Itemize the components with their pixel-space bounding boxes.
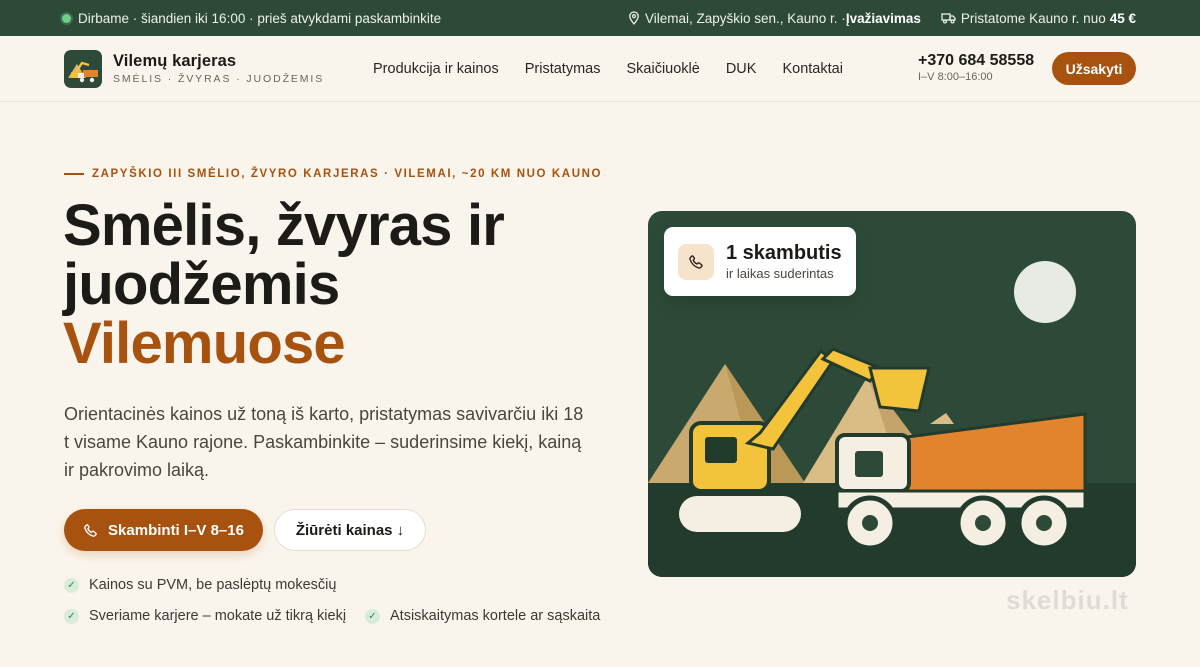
- feature-text: Atsiskaitymas kortele ar sąskaita: [390, 608, 601, 624]
- nav-item-products[interactable]: Produkcija ir kainos: [373, 61, 499, 77]
- working-hours-status: Dirbame · šiandien iki 16:00 · prieš atv…: [78, 10, 442, 26]
- pin-icon: [628, 11, 640, 25]
- delivery-text: Pristatome Kauno r. nuo: [960, 10, 1106, 26]
- callout-title: 1 skambutis: [726, 242, 842, 264]
- location-text: Vilemai, Zapyškio sen., Kauno r. ·: [644, 10, 846, 26]
- check-icon: ✓: [64, 608, 79, 624]
- watermark-logo: skelbiu.lt: [1006, 585, 1129, 615]
- call-button-label: Skambinti I–V 8–16: [108, 521, 244, 539]
- main-nav: Produkcija ir kainos Pristatymas Skaičiu…: [373, 36, 869, 102]
- brand-subtitle: SMĖLIS · ŽVYRAS · JUODŽEMIS: [113, 73, 325, 85]
- phone-icon: [678, 243, 714, 280]
- truck-icon: [941, 12, 956, 24]
- call-button[interactable]: Skambinti I–V 8–16: [64, 509, 263, 551]
- feature-check-item: ✓ Kainos su PVM, be paslėptų mokesčių: [64, 577, 336, 593]
- top-info-bar: Dirbame · šiandien iki 16:00 · prieš atv…: [0, 0, 1200, 36]
- status-dot-icon: [62, 13, 71, 23]
- nav-item-faq[interactable]: DUK: [726, 61, 757, 77]
- page-title: Smėlis, žvyras ir juodžemis Vilemuose: [63, 193, 505, 376]
- view-prices-button[interactable]: Žiūrėti kainas ↓: [274, 509, 426, 551]
- feature-check-item: ✓ Atsiskaitymas kortele ar sąskaita: [365, 608, 600, 624]
- check-icon: ✓: [365, 608, 380, 624]
- site-header: Vilemų karjeras SMĖLIS · ŽVYRAS · JUODŽE…: [0, 36, 1200, 102]
- title-line-1: Smėlis, žvyras ir: [63, 193, 505, 258]
- header-phone-number[interactable]: +370 684 58558: [918, 52, 1034, 70]
- order-button[interactable]: Užsakyti: [1052, 52, 1136, 85]
- eyebrow-text: ZAPYŠKIO III SMĖLIO, ŽVYRO KARJERAS · VI…: [92, 168, 603, 180]
- eyebrow-line: [64, 173, 84, 175]
- nav-item-delivery[interactable]: Pristatymas: [525, 61, 601, 77]
- title-accent: Vilemuose: [63, 311, 346, 376]
- callout-subtitle: ir laikas suderintas: [726, 266, 834, 281]
- feature-text: Kainos su PVM, be paslėptų mokesčių: [89, 577, 337, 593]
- header-contact: +370 684 58558 I–V 8:00–16:00: [918, 52, 1034, 83]
- check-icon: ✓: [64, 577, 79, 593]
- header-hours: I–V 8:00–16:00: [918, 71, 993, 83]
- phone-icon: [84, 523, 97, 537]
- title-line-2: juodžemis: [63, 252, 340, 317]
- call-callout-card: 1 skambutis ir laikas suderintas: [664, 227, 856, 296]
- delivery-price: 45 €: [1109, 10, 1136, 26]
- feature-check-item: ✓ Sveriame karjere – mokate už tikrą kie…: [64, 608, 346, 624]
- nav-item-calculator[interactable]: Skaičiuoklė: [626, 61, 699, 77]
- hero-lead: Orientacinės kainos už toną iš karto, pr…: [64, 404, 584, 480]
- nav-item-contacts[interactable]: Kontaktai: [782, 61, 842, 77]
- feature-text: Sveriame karjere – mokate už tikrą kiekį: [89, 608, 347, 624]
- entrance-link[interactable]: Įvažiavimas: [846, 11, 921, 26]
- hero-eyebrow: ZAPYŠKIO III SMĖLIO, ŽVYRO KARJERAS · VI…: [64, 168, 602, 180]
- logo-icon[interactable]: [64, 49, 102, 88]
- brand-name[interactable]: Vilemų karjeras: [113, 52, 324, 71]
